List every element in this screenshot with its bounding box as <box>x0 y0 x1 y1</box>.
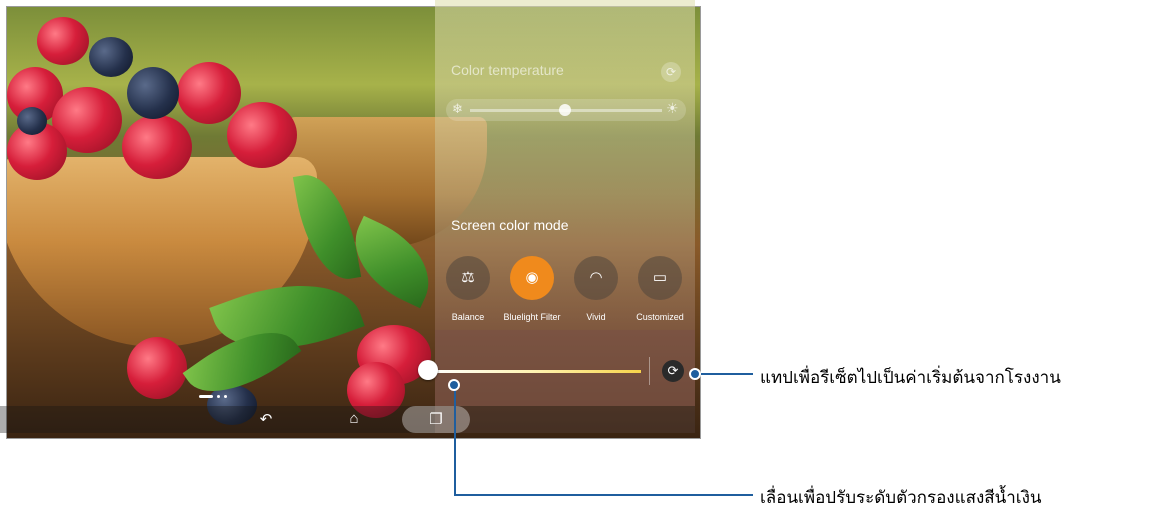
blueberry <box>127 67 179 119</box>
screen-color-mode-title: Screen color mode <box>451 217 569 233</box>
callout-line <box>454 494 753 496</box>
raspberry <box>177 62 241 124</box>
slider-callout-text: เลื่อนเพื่อปรับระดับตัวกรองแสงสีน้ำเงิน <box>760 488 1042 507</box>
bluelight-filter-knob[interactable] <box>418 360 438 380</box>
mode-label: Customized <box>636 312 684 322</box>
recents-icon[interactable]: ❐ <box>421 410 451 428</box>
reset-callout-text: แทปเพื่อรีเซ็ตไปเป็นค่าเริ่มต้นจากโรงงาน <box>760 368 1061 387</box>
rainbow-icon: ◠ <box>574 256 618 300</box>
page-indicator <box>199 385 231 403</box>
mode-customized-button[interactable]: ▭ Customized <box>620 256 700 336</box>
raspberry <box>37 17 89 65</box>
callout-dot <box>448 379 460 391</box>
color-temperature-reset-icon[interactable]: ⟳ <box>661 62 681 82</box>
sun-icon: ☀ <box>666 100 679 116</box>
blackberry <box>89 37 133 77</box>
color-temperature-title: Color temperature <box>451 62 564 78</box>
color-temperature-knob[interactable] <box>559 104 571 116</box>
callout-dot <box>689 368 701 380</box>
divider <box>649 357 650 385</box>
custom-screen-icon: ▭ <box>638 256 682 300</box>
bluelight-slider-area <box>435 330 695 406</box>
raspberry <box>127 337 187 399</box>
balance-scale-icon: ⚖ <box>446 256 490 300</box>
raspberry <box>122 115 192 179</box>
home-icon[interactable]: ⌂ <box>339 410 369 427</box>
callout-line <box>696 373 753 375</box>
eye-shield-icon: ◉ <box>510 256 554 300</box>
back-icon[interactable]: ↶ <box>251 410 281 428</box>
snowflake-icon: ❄ <box>452 101 463 116</box>
bluelight-filter-slider[interactable] <box>430 370 641 373</box>
blueberry <box>17 107 47 135</box>
bluelight-reset-icon[interactable]: ⟳ <box>662 360 684 382</box>
raspberry <box>227 102 297 168</box>
callout-line <box>454 382 456 496</box>
